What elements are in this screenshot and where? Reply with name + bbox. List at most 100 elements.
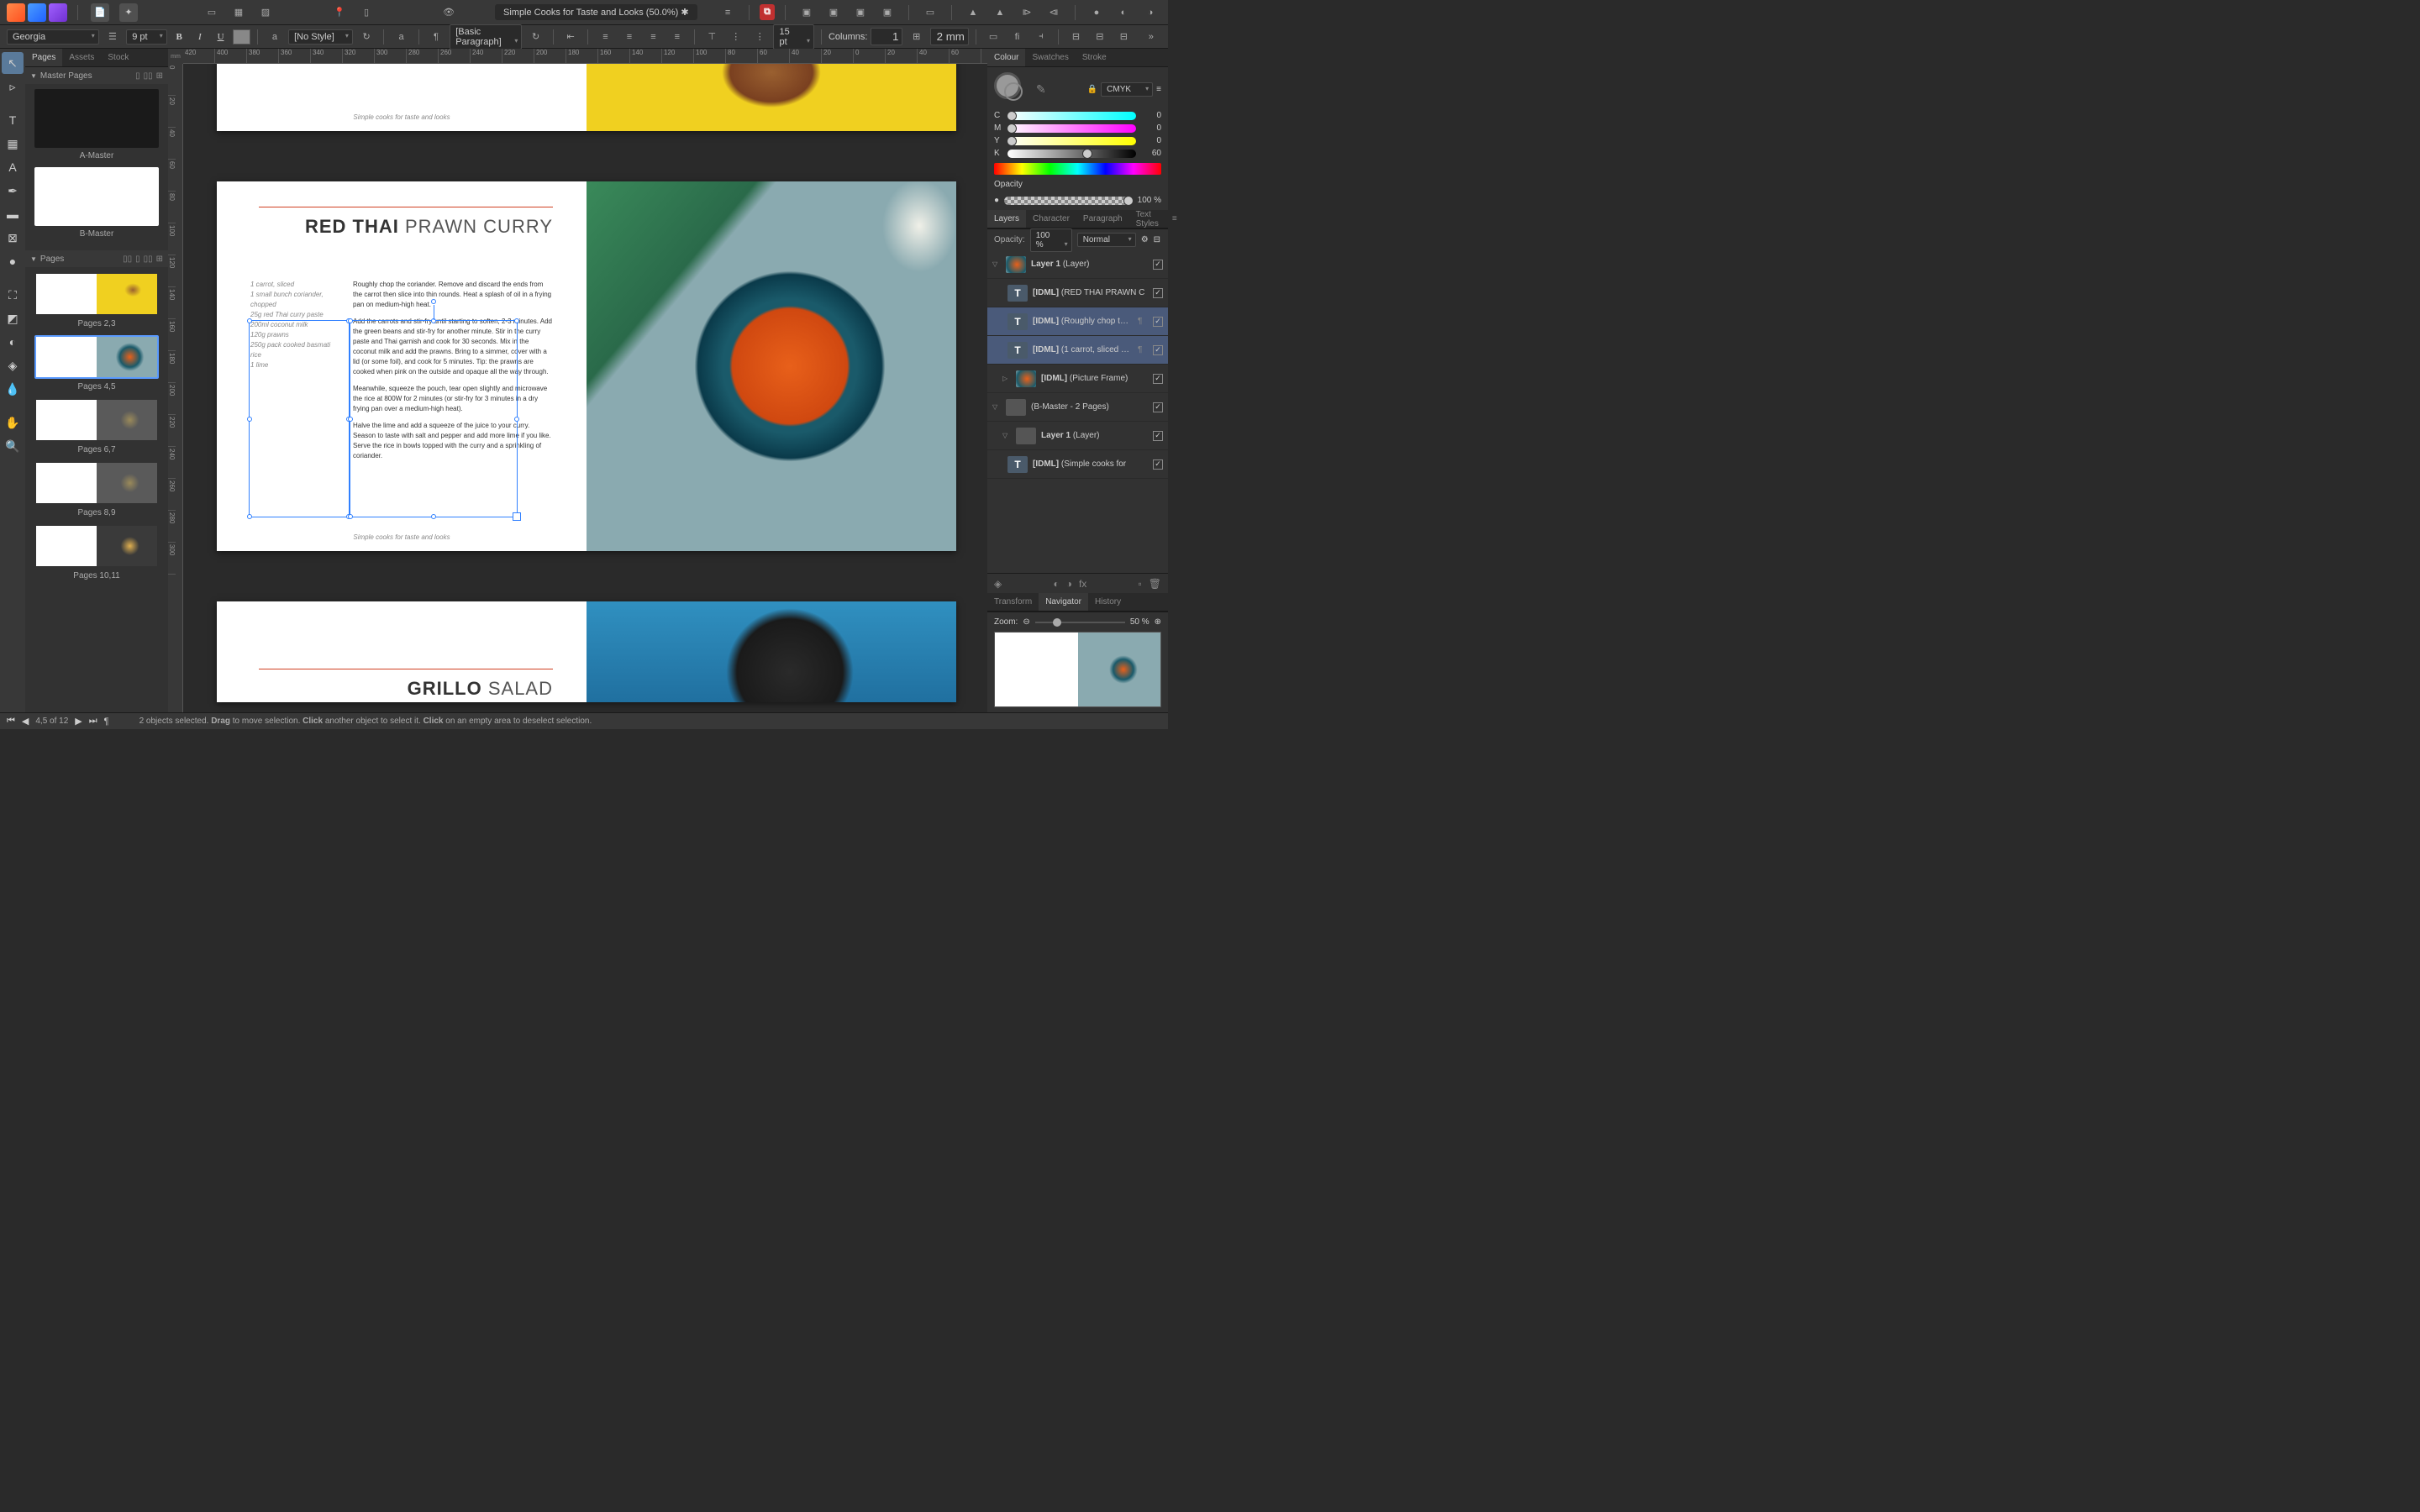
font-family-dropdown[interactable]: Georgia [7,29,99,45]
columns-input[interactable] [871,28,902,45]
layer-row[interactable]: ▽ Layer 1 (Layer) ✓ [987,250,1168,279]
frame-opts-icon[interactable]: ▭ [983,28,1003,46]
layer-panel-menu-icon[interactable]: ≡ [1165,210,1184,228]
arrange-front-icon[interactable]: ▣ [796,3,818,22]
clip-to-canvas-icon[interactable]: ▭ [201,3,223,22]
yellow-slider[interactable] [1007,137,1136,145]
pan-tool-icon[interactable]: ✋ [2,412,24,433]
zoom-in-icon[interactable]: ⊕ [1155,617,1161,627]
text-flow-icon[interactable]: ▨ [255,3,276,22]
align-right-icon[interactable]: ⧏ [1043,3,1065,22]
prev-page-icon[interactable]: ◀ [22,716,29,727]
para-style-dropdown[interactable]: [Basic Paragraph] [450,24,522,50]
spread-4-5[interactable] [34,335,159,379]
spread-current[interactable]: RED THAI PRAWN CURRY 1 carrot, sliced 1 … [217,181,956,551]
recipe-title[interactable]: RED THAI PRAWN CURRY [250,216,553,238]
body-text-frame[interactable]: Roughly chop the coriander. Remove and d… [353,280,553,468]
align-center-text-icon[interactable]: ≡ [619,28,639,46]
pin-inline-icon[interactable]: ▯ [355,3,377,22]
add-layer-icon[interactable]: ▫ [1139,578,1142,590]
eyedropper-icon[interactable]: ✎ [1036,82,1046,97]
expand-icon[interactable]: ▽ [992,403,1001,411]
zoom-out-icon[interactable]: ⊖ [1023,617,1029,627]
move-tool-icon[interactable]: ↖ [2,52,24,74]
last-page-icon[interactable]: ⏭ [89,716,97,727]
char-style-dropdown[interactable]: [No Style] [288,29,353,45]
stroke-tab[interactable]: Stroke [1076,49,1113,66]
swatches-tab[interactable]: Swatches [1025,49,1075,66]
boolean-int-icon[interactable]: ◑ [1139,3,1161,22]
number-list-icon[interactable]: ⋮ [750,28,770,46]
magenta-slider[interactable] [1007,124,1136,133]
colour-mode-dropdown[interactable]: CMYK [1101,82,1153,97]
expand-icon[interactable]: ▽ [1002,432,1011,439]
adjustment-icon[interactable]: ◑ [1066,578,1072,590]
flip-h-icon[interactable]: ▲ [962,3,984,22]
fill-stroke-wells[interactable] [994,72,1028,106]
arrange-backward-icon[interactable]: ▣ [850,3,871,22]
visibility-check[interactable]: ✓ [1153,345,1163,355]
outdent-icon[interactable]: ⇤ [560,28,581,46]
view-spread-icon[interactable]: ▯ [135,255,140,264]
designer-icon[interactable] [7,3,25,22]
align-right-text-icon[interactable]: ≡ [643,28,663,46]
update-parastyle-icon[interactable]: ↻ [525,28,545,46]
tabstops-icon[interactable]: ⫞ [1031,28,1051,46]
arrange-back-icon[interactable]: ▣ [876,3,898,22]
spread-10-11[interactable] [34,524,159,568]
visibility-check[interactable]: ✓ [1153,374,1163,384]
distribute1-icon[interactable]: ⊟ [1065,28,1086,46]
pin-start-icon[interactable]: 📍 [329,3,350,22]
assets-tab[interactable]: Assets [62,49,101,66]
update-charstyle-icon[interactable]: ↻ [356,28,376,46]
distribute3-icon[interactable]: ⊟ [1113,28,1134,46]
align-justify-text-icon[interactable]: ≡ [667,28,687,46]
persona-publisher[interactable]: 📄 [91,3,109,22]
preview-mode-icon[interactable]: 👁 [438,3,460,22]
single-page-icon[interactable]: ▯ [135,71,140,81]
typography-panel-icon[interactable]: fi [1007,28,1027,46]
master-a-thumb[interactable] [34,89,159,148]
visibility-check[interactable]: ✓ [1153,459,1163,470]
text-colour-swatch[interactable] [233,29,250,45]
colour-picker-tool-icon[interactable]: 💧 [2,378,24,400]
align-left-icon[interactable]: ⧐ [1016,3,1038,22]
char-style-icon[interactable]: a [265,28,285,46]
bold-button[interactable]: B [171,29,188,45]
add-page-icon[interactable]: ▯▯ [144,255,153,264]
curry-image[interactable] [587,181,956,551]
visibility-check[interactable]: ✓ [1153,431,1163,441]
ruler-origin[interactable]: mm [168,49,183,64]
cyan-slider[interactable] [1007,112,1136,120]
character-tab[interactable]: Character [1026,210,1076,228]
visibility-check[interactable]: ✓ [1153,288,1163,298]
master-b-thumb[interactable] [34,167,159,226]
visibility-check[interactable]: ✓ [1153,402,1163,412]
snapping-toggle-icon[interactable]: ⧉ [760,4,775,20]
delete-layer-icon[interactable]: 🗑 [1149,578,1161,590]
opacity-noise-icon[interactable]: ● [994,196,999,205]
para-style-icon[interactable]: ¶ [426,28,446,46]
vertical-ruler[interactable]: 0204060801001201401601802002202402602803… [168,64,183,712]
transparency-tool-icon[interactable]: ◈ [2,354,24,376]
stock-tab[interactable]: Stock [101,49,135,66]
page-indicator[interactable]: 4,5 of 12 [35,717,68,726]
frame-text-tool-icon[interactable]: T [2,109,24,131]
node-tool-icon[interactable]: ▹ [2,76,24,97]
artistic-text-tool-icon[interactable]: A [2,156,24,178]
shape-tool-icon[interactable]: ● [2,250,24,272]
font-size-dropdown[interactable]: 9 pt [126,29,167,45]
underline-button[interactable]: U [212,29,229,45]
overflow-icon[interactable]: » [1141,28,1161,46]
flip-v-icon[interactable]: ▲ [989,3,1011,22]
lock-icon[interactable]: 🔒 [1087,85,1097,94]
visibility-check[interactable]: ✓ [1153,317,1163,327]
black-slider[interactable] [1007,150,1136,158]
spread-prev[interactable]: Simple cooks for taste and looks [217,64,956,131]
table-tool-icon[interactable]: ▦ [2,133,24,155]
persona-studio[interactable]: ✦ [119,3,138,22]
spread-2-3[interactable] [34,272,159,316]
layer-cog-icon[interactable]: ⚙ [1141,235,1149,244]
special-chars-icon[interactable]: ¶ [104,717,109,727]
boolean-add-icon[interactable]: ● [1086,3,1107,22]
